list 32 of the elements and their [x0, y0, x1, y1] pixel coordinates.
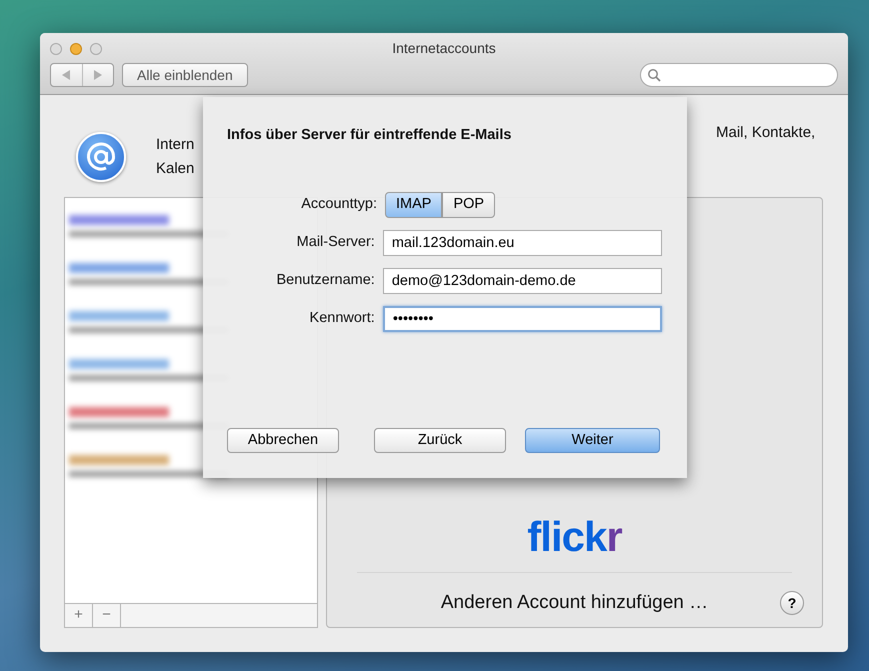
account-type-option[interactable]: POP — [442, 192, 496, 218]
input-field[interactable]: demo@123domain-demo.de — [382, 268, 662, 294]
input-field[interactable]: mail.123domain.eu — [382, 230, 662, 256]
help-button[interactable]: ? — [780, 591, 804, 615]
remove-button[interactable]: − — [93, 604, 121, 627]
account-type-option[interactable]: IMAP — [385, 192, 442, 218]
input-field[interactable]: •••••••• — [382, 306, 662, 332]
dialog-button[interactable]: Weiter — [525, 428, 660, 453]
add-other-account-link[interactable]: Anderen Account hinzufügen … — [440, 588, 708, 617]
description-text: Kalen — [156, 159, 196, 179]
field-label: Mail-Server: — [296, 232, 375, 252]
window-title: Internetaccounts — [392, 40, 496, 56]
description-text: Intern — [156, 135, 196, 155]
field-label: Benutzername: — [275, 270, 375, 290]
minimize-icon[interactable] — [70, 42, 82, 54]
sheet-title: Infos über Server für eintreffende E-Mails — [227, 126, 512, 145]
show-all-button[interactable]: Alle einblenden — [122, 63, 248, 87]
at-sign-icon — [76, 132, 126, 182]
close-icon[interactable] — [50, 42, 62, 54]
field-label: Accounttyp: — [300, 194, 377, 214]
back-arrow-icon — [62, 70, 71, 80]
search-field[interactable] — [640, 63, 838, 87]
back-forward-control[interactable] — [50, 63, 114, 87]
field-label: Kennwort: — [308, 308, 375, 328]
add-button[interactable]: + — [65, 604, 93, 627]
description-text: Mail, Kontakte, — [716, 124, 816, 141]
zoom-icon[interactable] — [90, 42, 102, 54]
search-icon — [647, 68, 661, 82]
dialog-button[interactable]: Abbrechen — [227, 428, 339, 453]
flickr-logo[interactable]: flickr — [527, 516, 622, 558]
dialog-button[interactable]: Zurück — [374, 428, 506, 453]
forward-arrow-icon — [93, 70, 102, 80]
